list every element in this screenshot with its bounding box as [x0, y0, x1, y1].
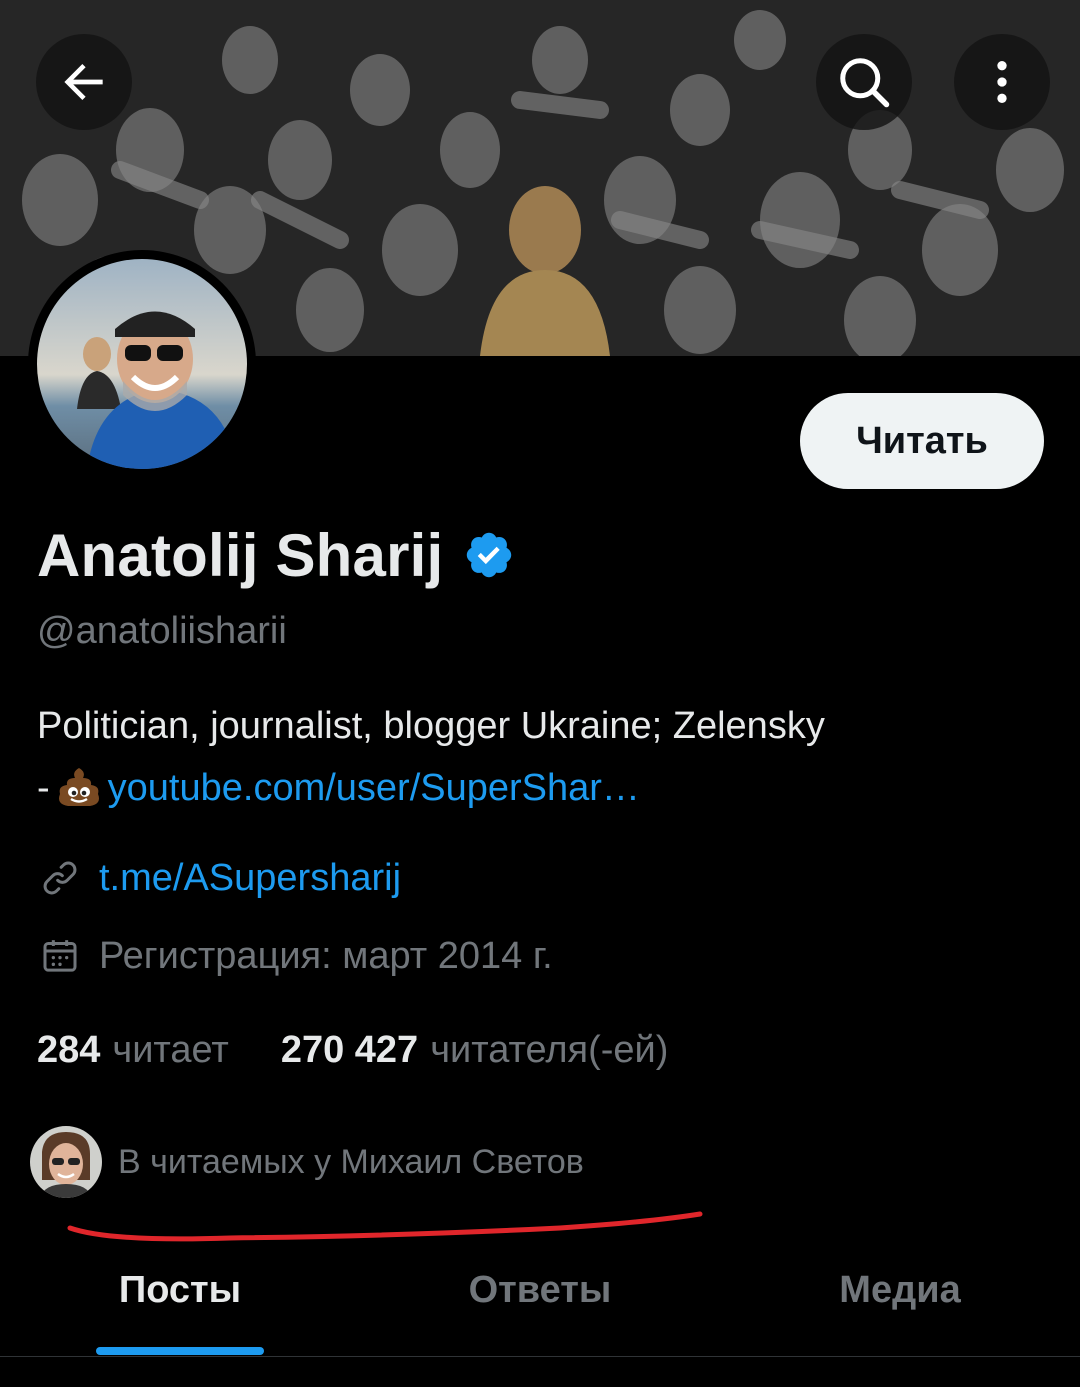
- back-button[interactable]: [36, 34, 132, 130]
- bio-line-2: - youtube.com/user/SuperShar…: [37, 757, 1047, 827]
- followed-by-row[interactable]: В читаемых у Михаил Светов: [30, 1126, 584, 1198]
- calendar-icon: [37, 933, 83, 979]
- profile-website-link[interactable]: t.me/ASupersharij: [99, 857, 401, 900]
- profile-name-row: Anatolij Sharij: [37, 520, 515, 590]
- avatar-photo: [37, 259, 247, 469]
- profile-avatar[interactable]: [28, 250, 256, 478]
- profile-handle: @anatoliisharii: [37, 610, 287, 652]
- bio-youtube-link[interactable]: youtube.com/user/SuperShar…: [108, 767, 640, 809]
- follower-avatar: [30, 1126, 102, 1198]
- following-link[interactable]: 284 читает: [37, 1029, 229, 1072]
- profile-website-row: t.me/ASupersharij: [37, 850, 401, 906]
- following-label: читает: [112, 1028, 229, 1071]
- profile-name: Anatolij Sharij: [37, 521, 444, 589]
- profile-joined-row: Регистрация: март 2014 г.: [37, 928, 553, 984]
- pile-of-poo-icon: [56, 765, 102, 827]
- followers-link[interactable]: 270 427 читателя(-ей): [281, 1029, 669, 1072]
- profile-bio: Politician, journalist, blogger Ukraine;…: [37, 695, 1047, 827]
- profile-stats: 284 читает 270 427 читателя(-ей): [37, 1020, 668, 1080]
- tab-posts[interactable]: Посты: [0, 1240, 360, 1340]
- followers-count: 270 427: [280, 1028, 419, 1071]
- profile-joined-date: Регистрация: март 2014 г.: [99, 934, 553, 977]
- more-options-button[interactable]: [954, 34, 1050, 130]
- profile-tabs: Посты Ответы Медиа: [0, 1240, 1080, 1356]
- link-icon: [37, 855, 83, 901]
- active-tab-indicator: [96, 1347, 264, 1355]
- search-icon: [840, 58, 890, 108]
- bio-dash: -: [37, 767, 50, 809]
- tab-replies[interactable]: Ответы: [360, 1240, 720, 1340]
- arrow-left-icon: [64, 64, 103, 100]
- bio-line-1: Politician, journalist, blogger Ukraine;…: [37, 705, 825, 747]
- follow-button[interactable]: Читать: [800, 393, 1044, 489]
- verified-badge-icon[interactable]: [463, 529, 515, 581]
- followed-by-text: В читаемых у Михаил Светов: [118, 1142, 584, 1181]
- tabs-divider: [0, 1356, 1080, 1357]
- more-vertical-icon: [997, 61, 1007, 103]
- tab-media[interactable]: Медиа: [720, 1240, 1080, 1340]
- search-button[interactable]: [816, 34, 912, 130]
- followers-label: читателя(-ей): [430, 1028, 669, 1071]
- following-count: 284: [37, 1028, 101, 1071]
